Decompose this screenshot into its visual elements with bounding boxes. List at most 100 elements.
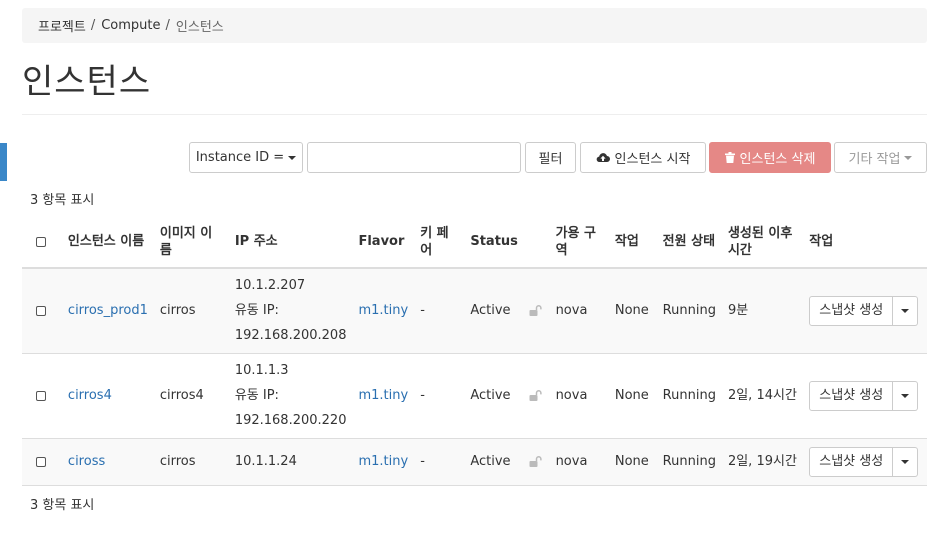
create-snapshot-button[interactable]: 스냅샷 생성	[809, 380, 894, 411]
header-status[interactable]: Status	[464, 216, 550, 269]
filter-button[interactable]: 필터	[525, 142, 576, 173]
row-actions-dropdown-toggle[interactable]	[893, 295, 919, 326]
caret-down-icon	[288, 155, 297, 160]
instance-name-link[interactable]: cirros4	[68, 388, 112, 403]
power-state: Running	[656, 268, 722, 354]
instances-table: 인스턴스 이름 이미지 이름 IP 주소 Flavor 키 페어 Status …	[22, 216, 927, 486]
floating-ip: 192.168.200.220	[234, 413, 347, 428]
header-task[interactable]: 작업	[608, 216, 657, 269]
flavor-link[interactable]: m1.tiny	[358, 388, 408, 403]
title-divider	[22, 114, 927, 115]
image-name: cirros4	[153, 353, 229, 439]
item-count-bottom: 3 항목 표시	[30, 498, 95, 513]
launch-instance-label: 인스턴스 시작	[614, 152, 691, 167]
ip-address-cell: 10.1.1.3 유동 IP: 192.168.200.220	[228, 353, 353, 439]
delete-instances-button[interactable]: 인스턴스 삭제	[709, 142, 831, 173]
left-accent-bar	[0, 143, 7, 181]
row-checkbox[interactable]	[36, 456, 46, 467]
fixed-ip: 10.1.2.207	[234, 278, 306, 294]
image-name: cirros	[153, 438, 229, 486]
breadcrumb-instances: 인스턴스	[175, 20, 224, 35]
table-row: cirros4 cirros4 10.1.1.3 유동 IP: 192.168.…	[22, 353, 927, 439]
breadcrumb-project[interactable]: 프로젝트	[38, 16, 86, 35]
age: 9분	[721, 268, 804, 354]
header-actions: 작업	[803, 216, 927, 269]
create-snapshot-button[interactable]: 스냅샷 생성	[809, 295, 894, 326]
image-name: cirros	[153, 268, 229, 354]
create-snapshot-button[interactable]: 스냅샷 생성	[809, 446, 894, 477]
power-state: Running	[656, 353, 722, 439]
header-ip[interactable]: IP 주소	[228, 216, 353, 269]
floating-ip-label: 유동 IP:	[234, 303, 279, 319]
table-row: cirros_prod1 cirros 10.1.2.207 유동 IP: 19…	[22, 268, 927, 354]
fixed-ip: 10.1.1.24	[234, 454, 297, 469]
header-age[interactable]: 생성된 이후 시간	[721, 216, 804, 269]
filter-input[interactable]	[307, 142, 521, 173]
instance-name-link[interactable]: cirros_prod1	[68, 303, 148, 318]
caret-down-icon	[901, 459, 910, 464]
caret-down-icon	[904, 155, 913, 160]
availability-zone: nova	[549, 268, 609, 354]
age: 2일, 14시간	[721, 353, 804, 439]
launch-instance-button[interactable]: 인스턴스 시작	[580, 142, 706, 173]
caret-down-icon	[901, 308, 910, 313]
ip-address-cell: 10.1.1.24	[228, 438, 353, 486]
item-count-top: 3 항목 표시	[30, 193, 95, 208]
status-text: Active	[470, 454, 511, 469]
ip-address-cell: 10.1.2.207 유동 IP: 192.168.200.208	[228, 268, 353, 354]
delete-instances-label: 인스턴스 삭제	[739, 152, 816, 167]
unlock-icon	[529, 456, 542, 467]
row-actions-dropdown-toggle[interactable]	[893, 380, 919, 411]
header-flavor[interactable]: Flavor	[352, 216, 415, 269]
task: None	[608, 438, 657, 486]
breadcrumb: 프로젝트 / Compute / 인스턴스	[22, 8, 927, 43]
caret-down-icon	[901, 393, 910, 398]
row-checkbox[interactable]	[36, 305, 46, 316]
floating-ip-label: 유동 IP:	[234, 388, 279, 403]
task: None	[608, 353, 657, 439]
more-actions-button[interactable]: 기타 작업	[834, 142, 927, 173]
status-cell: Active	[464, 268, 550, 354]
header-image[interactable]: 이미지 이름	[153, 216, 229, 269]
header-keypair[interactable]: 키 페어	[414, 216, 465, 269]
row-checkbox[interactable]	[36, 390, 46, 401]
availability-zone: nova	[549, 438, 609, 486]
keypair: -	[414, 438, 465, 486]
flavor-link[interactable]: m1.tiny	[358, 303, 408, 318]
age: 2일, 19시간	[721, 438, 804, 486]
header-name[interactable]: 인스턴스 이름	[61, 216, 154, 269]
status-text: Active	[470, 303, 511, 319]
breadcrumb-separator: /	[165, 18, 170, 33]
keypair: -	[414, 353, 465, 439]
flavor-link[interactable]: m1.tiny	[358, 454, 408, 469]
page-title: 인스턴스	[22, 62, 152, 102]
status-cell: Active	[464, 438, 550, 486]
floating-ip: 192.168.200.208	[234, 328, 347, 344]
breadcrumb-separator: /	[90, 18, 96, 33]
cloud-upload-icon	[596, 153, 610, 163]
status-text: Active	[470, 388, 511, 403]
keypair: -	[414, 268, 465, 354]
row-action-group: 스냅샷 생성	[809, 446, 921, 477]
row-action-group: 스냅샷 생성	[809, 380, 921, 411]
row-actions-dropdown-toggle[interactable]	[893, 446, 919, 477]
breadcrumb-compute[interactable]: Compute	[101, 18, 160, 33]
availability-zone: nova	[549, 353, 609, 439]
header-power[interactable]: 전원 상태	[656, 216, 722, 269]
task: None	[608, 268, 657, 354]
unlock-icon	[529, 305, 542, 317]
select-all-checkbox[interactable]	[36, 236, 46, 247]
fixed-ip: 10.1.1.3	[234, 363, 289, 378]
unlock-icon	[529, 390, 542, 401]
filter-field-select[interactable]: Instance ID =	[189, 142, 303, 173]
table-row: ciross cirros 10.1.1.24 m1.tiny - Active…	[22, 438, 927, 486]
table-header-row: 인스턴스 이름 이미지 이름 IP 주소 Flavor 키 페어 Status …	[22, 216, 927, 269]
row-action-group: 스냅샷 생성	[809, 295, 921, 326]
status-cell: Active	[464, 353, 550, 439]
instance-name-link[interactable]: ciross	[68, 454, 105, 469]
filter-field-label: Instance ID =	[195, 150, 285, 165]
more-actions-label: 기타 작업	[848, 152, 901, 167]
power-state: Running	[656, 438, 722, 486]
header-az[interactable]: 가용 구역	[549, 216, 609, 269]
trash-icon	[724, 152, 735, 163]
